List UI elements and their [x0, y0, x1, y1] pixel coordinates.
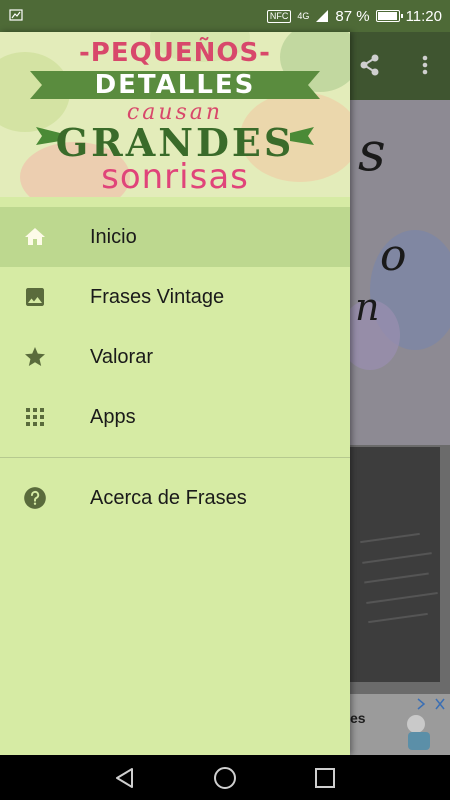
drawer-item-label: Valorar: [90, 345, 153, 368]
book-image-card[interactable]: [350, 447, 440, 682]
quote-image-glyph: n: [355, 285, 380, 329]
system-nav-bar: [0, 755, 450, 800]
clock: 11:20: [405, 7, 442, 25]
overflow-menu-icon[interactable]: [410, 50, 440, 80]
notification-flag-icon: [9, 9, 23, 21]
drawer-secondary-menu: Acerca de Frases: [0, 468, 350, 528]
drawer-item-label: Inicio: [90, 225, 137, 248]
quote-image-glyph: o: [380, 230, 407, 281]
back-icon[interactable]: [112, 765, 138, 791]
signal-icon: [316, 10, 329, 22]
ad-text: es: [350, 710, 366, 726]
help-icon: [22, 485, 48, 511]
ad-illustration: [407, 715, 430, 750]
home-icon: [22, 224, 48, 250]
drawer-item-frases-vintage[interactable]: Frases Vintage: [0, 267, 350, 327]
header-line-2: DETALLES: [94, 70, 256, 100]
recents-icon[interactable]: [312, 765, 338, 791]
drawer-item-label: Acerca de Frases: [90, 486, 247, 509]
header-line-1: -PEQUEÑOS-: [79, 38, 271, 68]
drawer-item-apps[interactable]: Apps: [0, 387, 350, 447]
status-bar: NFC 4G 87 % 11:20: [0, 0, 450, 32]
ad-banner[interactable]: es: [350, 694, 450, 755]
quote-image-glyph: s: [358, 120, 386, 183]
navigation-drawer: -PEQUEÑOS- DETALLES causan GRANDES sonri…: [0, 32, 350, 755]
home-circle-icon[interactable]: [212, 765, 238, 791]
drawer-menu: Inicio Frases Vintage Valorar Apps: [0, 207, 350, 447]
share-icon[interactable]: [355, 50, 385, 80]
drawer-item-label: Apps: [90, 405, 136, 428]
network-type: 4G: [297, 10, 310, 21]
drawer-item-inicio[interactable]: Inicio: [0, 207, 350, 267]
drawer-item-acerca[interactable]: Acerca de Frases: [0, 468, 350, 528]
battery-percent: 87 %: [335, 7, 370, 25]
drawer-item-valorar[interactable]: Valorar: [0, 327, 350, 387]
drawer-header-image: -PEQUEÑOS- DETALLES causan GRANDES sonri…: [0, 32, 350, 197]
nfc-icon: NFC: [266, 9, 292, 23]
quote-image-card[interactable]: s o n: [350, 100, 450, 445]
battery-icon: [375, 10, 403, 22]
image-icon: [22, 284, 48, 310]
star-icon: [22, 344, 48, 370]
apps-grid-icon: [22, 404, 48, 430]
header-line-5: sonrisas: [101, 157, 249, 197]
drawer-item-label: Frases Vintage: [90, 285, 225, 308]
drawer-divider: [0, 457, 350, 458]
